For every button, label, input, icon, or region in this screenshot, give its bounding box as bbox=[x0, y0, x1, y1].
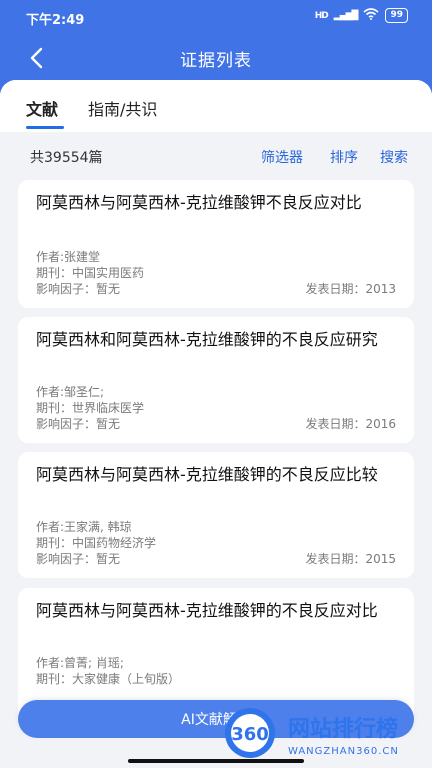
status-time: 下午2:49 bbox=[26, 13, 85, 28]
card-title: 阿莫西林与阿莫西林-克拉维酸钾不良反应对比 bbox=[36, 193, 362, 212]
filter-button[interactable]: 筛选器 bbox=[261, 147, 303, 167]
total-count: 共39554篇 bbox=[30, 150, 103, 166]
sort-button[interactable]: 排序 bbox=[330, 147, 358, 167]
card-author: 作者:张建堂 bbox=[36, 250, 101, 264]
signal-icon: HD bbox=[314, 10, 329, 21]
literature-card[interactable]: 阿莫西林与阿莫西林-克拉维酸钾的不良反应比较 作者:王家满, 韩琼 期刊：中国药… bbox=[18, 452, 414, 578]
card-publish-date: 发表日期：2016 bbox=[305, 417, 396, 431]
wifi-icon bbox=[363, 8, 379, 23]
tab-active-indicator bbox=[26, 126, 64, 129]
card-title: 阿莫西林与阿莫西林-克拉维酸钾的不良反应对比 bbox=[36, 601, 378, 620]
card-title: 阿莫西林和阿莫西林-克拉维酸钾的不良反应研究 bbox=[36, 330, 378, 349]
card-publish-date: 发表日期：2015 bbox=[305, 552, 396, 566]
card-journal: 期刊：中国实用医药 bbox=[36, 266, 145, 280]
card-publish-date: 发表日期：2013 bbox=[305, 282, 396, 296]
card-title: 阿莫西林与阿莫西林-克拉维酸钾的不良反应比较 bbox=[36, 465, 378, 484]
card-author: 作者:曾菁; 肖瑶; bbox=[36, 656, 124, 670]
card-impact-factor: 影响因子：暂无 bbox=[36, 552, 121, 566]
header: 证据列表 bbox=[0, 32, 432, 84]
card-impact-factor: 影响因子：暂无 bbox=[36, 417, 121, 431]
home-indicator[interactable] bbox=[128, 759, 304, 763]
tab-guidelines[interactable]: 指南/共识 bbox=[88, 96, 157, 120]
page-title: 证据列表 bbox=[180, 51, 252, 71]
status-icons: HD ▂▄▆█ 99 bbox=[315, 8, 408, 23]
card-impact-factor: 影响因子：暂无 bbox=[36, 282, 121, 296]
status-bar: 下午2:49 HD ▂▄▆█ 99 bbox=[0, 0, 432, 32]
card-journal: 期刊：世界临床医学 bbox=[36, 401, 145, 415]
tab-literature[interactable]: 文献 bbox=[26, 96, 58, 120]
search-button[interactable]: 搜索 bbox=[380, 147, 408, 167]
literature-card[interactable]: 阿莫西林与阿莫西林-克拉维酸钾不良反应对比 作者:张建堂 期刊：中国实用医药 影… bbox=[18, 180, 414, 308]
tab-bar: 文献 指南/共识 bbox=[0, 80, 432, 132]
card-journal: 期刊：中国药物经济学 bbox=[36, 536, 157, 550]
literature-card[interactable]: 阿莫西林和阿莫西林-克拉维酸钾的不良反应研究 作者:邹圣仁; 期刊：世界临床医学… bbox=[18, 317, 414, 443]
ai-interpret-button[interactable]: AI文献解读 bbox=[18, 700, 414, 738]
card-author: 作者:王家满, 韩琼 bbox=[36, 520, 132, 534]
toolbar: 共39554篇 筛选器 排序 搜索 bbox=[0, 132, 432, 178]
card-journal: 期刊：大家健康（上旬版） bbox=[36, 672, 181, 686]
card-author: 作者:邹圣仁; bbox=[36, 385, 105, 399]
battery-icon: 99 bbox=[385, 8, 408, 23]
ai-button-label: AI文献解读 bbox=[181, 712, 251, 728]
content-panel: 文献 指南/共识 共39554篇 筛选器 排序 搜索 阿莫西林与阿莫西林-克拉维… bbox=[0, 80, 432, 768]
signal-bars-icon: ▂▄▆█ bbox=[333, 10, 359, 21]
